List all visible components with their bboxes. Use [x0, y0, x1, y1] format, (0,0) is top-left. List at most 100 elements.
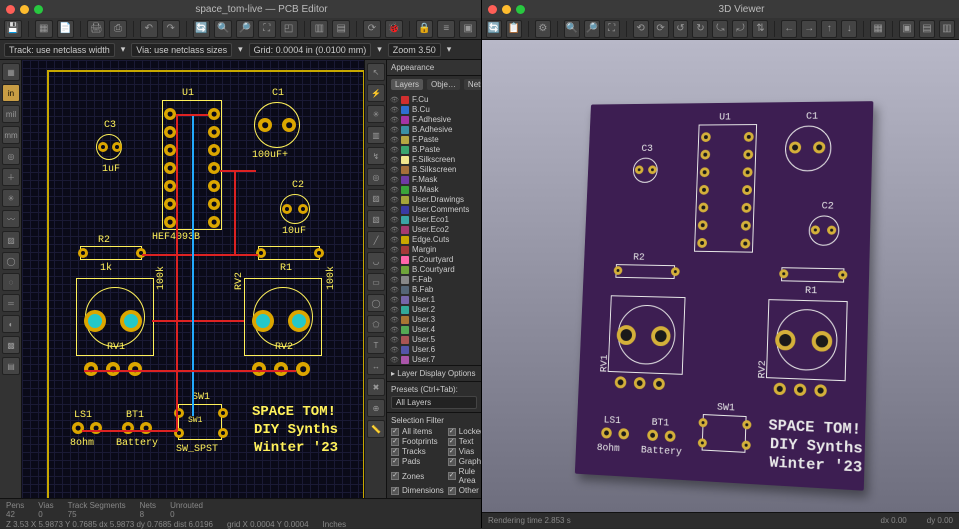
filter-checkbox[interactable]: ✓Dimensions [391, 486, 444, 495]
zoom-in-button[interactable]: 🔍 [564, 20, 580, 38]
measure-tool[interactable]: 📏 [367, 420, 385, 438]
select-tool[interactable]: ↖ [367, 63, 385, 81]
layer-swatch[interactable] [401, 236, 409, 244]
zoom-selection-button[interactable]: ◰ [280, 20, 298, 38]
layer-swatch[interactable] [401, 346, 409, 354]
track-width-combo[interactable]: Track: use netclass width [4, 43, 115, 57]
visibility-icon[interactable]: 👁 [390, 216, 398, 224]
filter-checkbox[interactable]: ✓Tracks [391, 447, 444, 456]
layer-row[interactable]: 👁 User.Drawings [390, 195, 478, 205]
visibility-icon[interactable]: 👁 [390, 116, 398, 124]
layers-list[interactable]: 👁 F.Cu👁 B.Cu👁 F.Adhesive👁 B.Adhesive👁 F.… [387, 93, 481, 365]
visibility-icon[interactable]: 👁 [390, 226, 398, 234]
grid-combo[interactable]: Grid: 0.0004 in (0.0100 mm) [249, 43, 372, 57]
layer-swatch[interactable] [401, 206, 409, 214]
copy-image-button[interactable]: 📋 [506, 20, 522, 38]
render-settings-button[interactable]: ⚙ [535, 20, 551, 38]
layer-row[interactable]: 👁 F.Cu [390, 95, 478, 105]
rotate-z-pos-button[interactable]: ⤾ [732, 20, 748, 38]
zoom-combo[interactable]: Zoom 3.50 [388, 43, 441, 57]
layer-row[interactable]: 👁 Margin [390, 245, 478, 255]
print-button[interactable]: 🖨 [87, 20, 105, 38]
layer-swatch[interactable] [401, 326, 409, 334]
layer-row[interactable]: 👁 User.3 [390, 315, 478, 325]
pad-outline-button[interactable]: ◯ [2, 252, 20, 270]
add-footprint-tool[interactable]: ▥ [367, 126, 385, 144]
visibility-icon[interactable]: 👁 [390, 126, 398, 134]
layers-manager-button[interactable]: ▤ [2, 357, 20, 375]
lock-button[interactable]: 🔒 [416, 20, 434, 38]
presets-combo[interactable]: All Layers [391, 396, 477, 409]
layer-swatch[interactable] [401, 226, 409, 234]
zoom-in-button[interactable]: 🔍 [214, 20, 232, 38]
rotate-x-neg-button[interactable]: ⟲ [633, 20, 649, 38]
rotate-z-neg-button[interactable]: ⤿ [712, 20, 728, 38]
curve-ratsnest-button[interactable]: 〰 [2, 210, 20, 228]
layer-row[interactable]: 👁 User.Eco1 [390, 215, 478, 225]
add-zone-tool[interactable]: ▨ [367, 189, 385, 207]
pcb-canvas[interactable]: U1 HEF4093B C1 100uF+ C2 [22, 60, 364, 498]
filter-checkbox[interactable]: ✓Other ite [448, 486, 481, 495]
rotate-y-pos-button[interactable]: ↻ [692, 20, 708, 38]
cursor-shape-button[interactable]: ＋ [2, 168, 20, 186]
footprint-browser-button[interactable]: ▤ [332, 20, 350, 38]
zoom-redraw-button[interactable]: 🔄 [193, 20, 211, 38]
layer-swatch[interactable] [401, 316, 409, 324]
delete-tool[interactable]: ✖ [367, 378, 385, 396]
ortho-button[interactable]: ▦ [870, 20, 886, 38]
pcb-titlebar[interactable]: space_tom-live — PCB Editor [0, 0, 481, 18]
visibility-icon[interactable]: 👁 [390, 236, 398, 244]
zone-fill-button[interactable]: ▨ [2, 231, 20, 249]
layer-swatch[interactable] [401, 176, 409, 184]
layer-swatch[interactable] [401, 266, 409, 274]
add-dimension-tool[interactable]: ↔ [367, 357, 385, 375]
layer-swatch[interactable] [401, 196, 409, 204]
visibility-icon[interactable]: 👁 [390, 166, 398, 174]
layer-swatch[interactable] [401, 166, 409, 174]
layer-row[interactable]: 👁 User.2 [390, 305, 478, 315]
plot-button[interactable]: ⎙ [109, 20, 127, 38]
local-ratsnest-tool[interactable]: ✳ [367, 105, 385, 123]
tab-nets[interactable]: Nets [464, 79, 481, 90]
toggle-smd-button[interactable]: ▤ [919, 20, 935, 38]
layer-swatch[interactable] [401, 136, 409, 144]
rule-area-tool[interactable]: ▧ [367, 210, 385, 228]
zoom-out-button[interactable]: 🔎 [236, 20, 254, 38]
layer-row[interactable]: 👁 B.Mask [390, 185, 478, 195]
layer-row[interactable]: 👁 F.Mask [390, 175, 478, 185]
via-outline-button[interactable]: ◌ [2, 273, 20, 291]
layer-row[interactable]: 👁 F.Adhesive [390, 115, 478, 125]
filter-checkbox[interactable]: ✓Footprints [391, 437, 444, 446]
3d-titlebar[interactable]: 3D Viewer [482, 0, 959, 18]
layer-swatch[interactable] [401, 116, 409, 124]
zoom-fit-button[interactable]: ⛶ [258, 20, 276, 38]
drc-button[interactable]: 🐞 [385, 20, 403, 38]
visibility-icon[interactable]: 👁 [390, 146, 398, 154]
filter-checkbox[interactable]: ✓Pads [391, 457, 444, 466]
visibility-icon[interactable]: 👁 [390, 266, 398, 274]
layer-row[interactable]: 👁 User.6 [390, 345, 478, 355]
layer-swatch[interactable] [401, 156, 409, 164]
layer-swatch[interactable] [401, 246, 409, 254]
toggle-tht-button[interactable]: ▣ [899, 20, 915, 38]
add-text-tool[interactable]: T [367, 336, 385, 354]
visibility-icon[interactable]: 👁 [390, 296, 398, 304]
layer-swatch[interactable] [401, 286, 409, 294]
layer-row[interactable]: 👁 User.1 [390, 295, 478, 305]
visibility-icon[interactable]: 👁 [390, 336, 398, 344]
layer-swatch[interactable] [401, 276, 409, 284]
visibility-icon[interactable]: 👁 [390, 196, 398, 204]
visibility-icon[interactable]: 👁 [390, 276, 398, 284]
units-mil-button[interactable]: mil [2, 105, 20, 123]
visibility-icon[interactable]: 👁 [390, 156, 398, 164]
filter-checkbox[interactable]: ✓Zones [391, 467, 444, 485]
close-icon[interactable] [488, 5, 497, 14]
tab-layers[interactable]: Layers [391, 79, 423, 90]
visibility-icon[interactable]: 👁 [390, 186, 398, 194]
layer-swatch[interactable] [401, 186, 409, 194]
via-size-combo[interactable]: Via: use netclass sizes [131, 43, 232, 57]
filter-checkbox[interactable]: ✓All items [391, 427, 444, 436]
rotate-y-neg-button[interactable]: ↺ [673, 20, 689, 38]
polar-coords-button[interactable]: ◎ [2, 147, 20, 165]
visibility-icon[interactable]: 👁 [390, 306, 398, 314]
